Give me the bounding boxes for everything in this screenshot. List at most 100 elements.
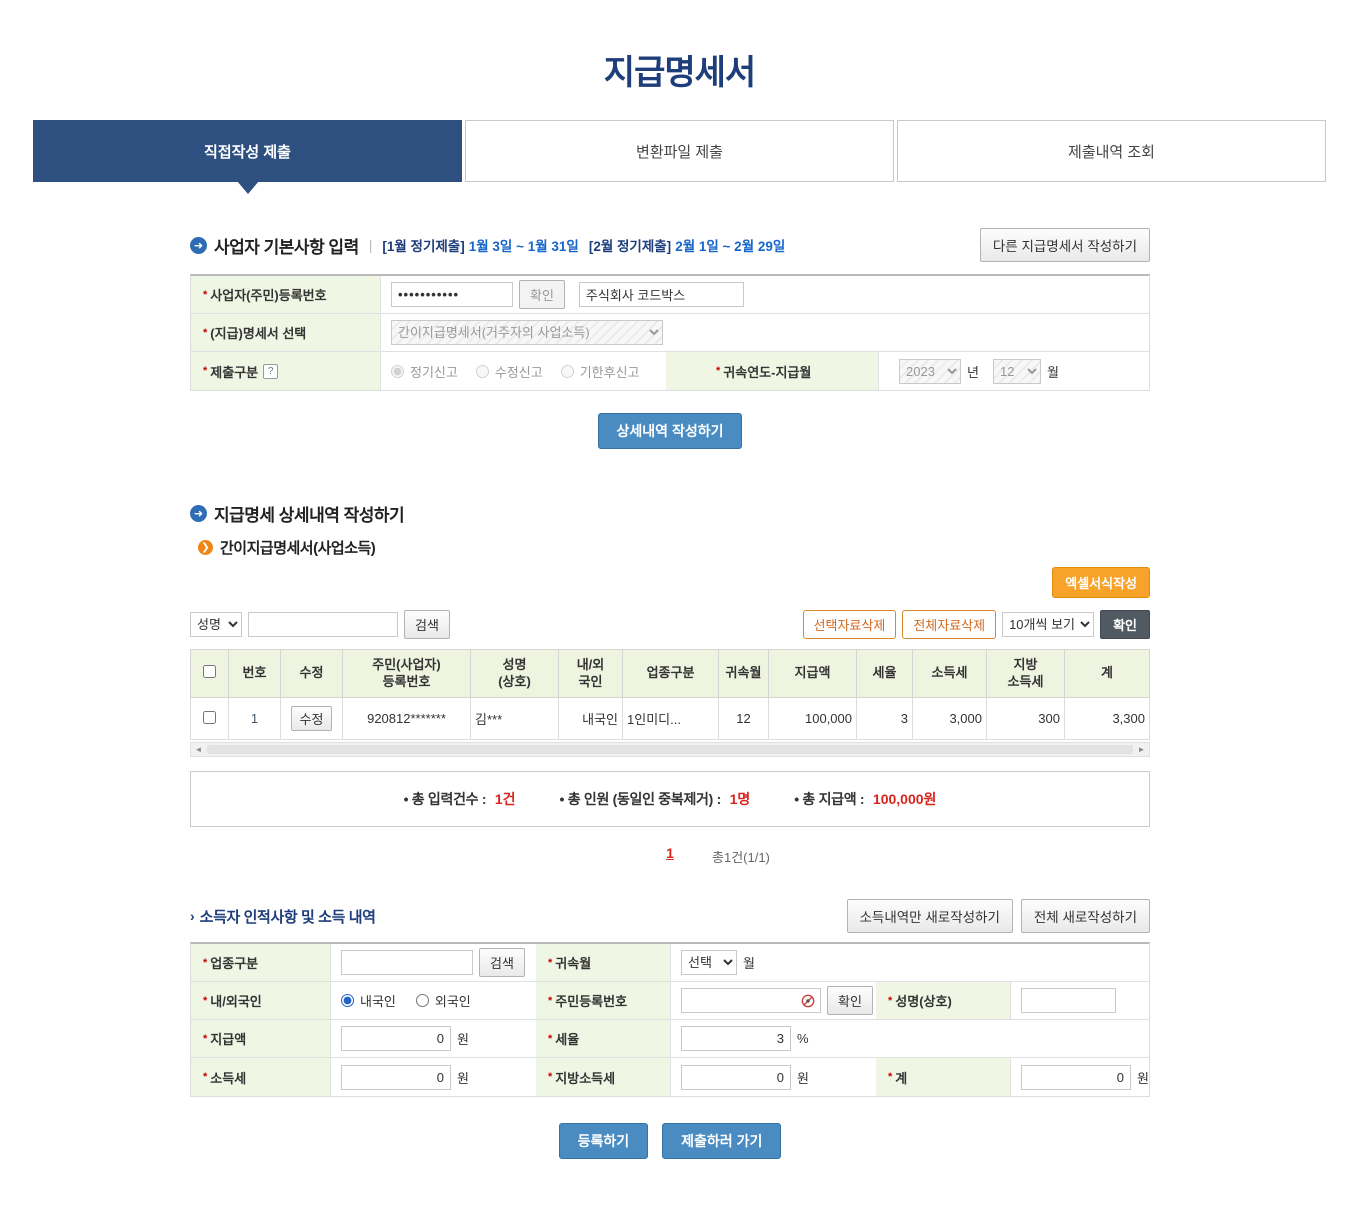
required-mark: *	[203, 289, 207, 301]
income-tax-label: * 소득세	[191, 1058, 331, 1096]
sum-input	[1021, 1065, 1131, 1090]
write-detail-button[interactable]: 상세내역 작성하기	[598, 413, 743, 449]
new-statement-button[interactable]: 다른 지급명세서 작성하기	[980, 228, 1150, 262]
month-select[interactable]: 12	[993, 359, 1041, 384]
cell-local-tax: 300	[987, 698, 1065, 740]
excel-format-button[interactable]: 엑셀서식작성	[1052, 567, 1150, 598]
scroll-left-icon[interactable]: ◄	[191, 743, 206, 756]
income-section-header: › 소득자 인적사항 및 소득 내역 소득내역만 새로작성하기 전체 새로작성하…	[190, 899, 1150, 933]
page-number-link[interactable]: 1	[666, 845, 674, 861]
detail-section-header: ➜ 지급명세 상세내역 작성하기	[190, 501, 1150, 526]
register-button[interactable]: 등록하기	[559, 1123, 649, 1159]
col-income-tax: 소득세	[913, 650, 987, 698]
local-tax-input[interactable]	[681, 1065, 791, 1090]
jan-schedule-range: 1월 3일 ~ 1월 31일	[469, 235, 579, 255]
tab-direct-submit[interactable]: 직접작성 제출	[33, 120, 462, 182]
radio-late[interactable]	[561, 365, 574, 378]
attribution-month-select[interactable]: 선택	[681, 950, 737, 975]
page-total-text: 총1건(1/1)	[712, 847, 770, 866]
sum-label: * 계	[876, 1058, 1011, 1096]
table-header-row: 번호 수정 주민(사업자) 등록번호 성명 (상호) 내/외 국인 업종구분 귀…	[191, 650, 1150, 698]
col-nationality: 내/외 국인	[559, 650, 623, 698]
select-all-checkbox[interactable]	[203, 665, 216, 678]
month-unit: 월	[1047, 362, 1059, 381]
radio-revised[interactable]	[476, 365, 489, 378]
radio-domestic[interactable]	[341, 994, 354, 1007]
tax-rate-label: * 세율	[536, 1020, 671, 1057]
payment-amount-input[interactable]	[341, 1026, 451, 1051]
tab-history[interactable]: 제출내역 조회	[897, 120, 1326, 182]
search-button[interactable]: 검색	[404, 610, 450, 639]
rewrite-all-button[interactable]: 전체 새로작성하기	[1021, 899, 1150, 933]
feb-schedule-range: 2월 1일 ~ 2월 29일	[675, 235, 785, 255]
row-checkbox[interactable]	[203, 711, 216, 724]
statement-select-row: * (지급)명세서 선택 간이지급명세서(거주자의 사업소득)	[191, 314, 1149, 352]
basic-info-form: * 사업자(주민)등록번호 확인 * (지급)명세서 선택 간이지급명세서(거주…	[190, 274, 1150, 391]
basic-info-header: ➜ 사업자 기본사항 입력 | [1월 정기제출] 1월 3일 ~ 1월 31일…	[190, 228, 1150, 262]
delete-all-button[interactable]: 전체자료삭제	[902, 610, 996, 639]
col-amount: 지급액	[769, 650, 857, 698]
arrow-circle-icon: ➜	[190, 505, 207, 522]
total-amount-value: 100,000원	[873, 791, 937, 807]
submit-type-row: * 제출구분 ? 정기신고 수정신고 기한후신고 * 귀속연도-지급월	[191, 352, 1149, 390]
income-form: * 업종구분 검색 * 귀속월 선택 월	[190, 942, 1150, 1097]
page-size-select[interactable]: 10개씩 보기	[1002, 612, 1094, 637]
cell-business: 1인미디...	[623, 698, 719, 740]
won-unit: 원	[457, 1029, 469, 1048]
table-toolbar: 성명 검색 선택자료삭제 전체자료삭제 10개씩 보기 확인	[190, 610, 1150, 639]
detail-section-title: 지급명세 상세내역 작성하기	[214, 501, 404, 526]
tab-file-submit-label: 변환파일 제출	[636, 141, 723, 162]
detail-subsection: ❯ 간이지급명세서(사업소득)	[198, 537, 1150, 558]
feb-schedule-label: [2월 정기제출]	[589, 235, 671, 255]
statement-select[interactable]: 간이지급명세서(거주자의 사업소득)	[391, 320, 663, 345]
radio-domestic-label: 내국인	[360, 991, 396, 1010]
col-rrn: 주민(사업자) 등록번호	[343, 650, 471, 698]
col-no: 번호	[229, 650, 281, 698]
payment-detail-table: 번호 수정 주민(사업자) 등록번호 성명 (상호) 내/외 국인 업종구분 귀…	[190, 649, 1150, 740]
detail-subsection-title: 간이지급명세서(사업소득)	[220, 537, 375, 558]
chevron-circle-icon: ❯	[198, 540, 213, 555]
search-field-select[interactable]: 성명	[190, 612, 242, 637]
name-input[interactable]	[1021, 988, 1116, 1013]
basic-info-title: 사업자 기본사항 입력	[214, 233, 359, 258]
radio-foreign[interactable]	[416, 994, 429, 1007]
statement-select-label: * (지급)명세서 선택	[191, 314, 381, 351]
rrn-input[interactable]	[681, 988, 821, 1013]
toolbar-confirm-button[interactable]: 확인	[1100, 610, 1150, 639]
table-row: 1 수정 920812******* 김*** 내국인 1인미디... 12 1…	[191, 698, 1150, 740]
go-submit-button[interactable]: 제출하러 가기	[662, 1123, 781, 1159]
local-tax-label: * 지방소득세	[536, 1058, 671, 1096]
total-count-value: 1건	[495, 791, 516, 807]
income-tax-input[interactable]	[341, 1065, 451, 1090]
company-name-input[interactable]	[579, 282, 744, 307]
business-type-input[interactable]	[341, 950, 473, 975]
cell-no[interactable]: 1	[229, 698, 281, 740]
payment-amount-label: * 지급액	[191, 1020, 331, 1057]
col-business: 업종구분	[623, 650, 719, 698]
year-select[interactable]: 2023	[899, 359, 961, 384]
tab-file-submit[interactable]: 변환파일 제출	[465, 120, 894, 182]
rewrite-income-button[interactable]: 소득내역만 새로작성하기	[847, 899, 1013, 933]
scrollbar-thumb[interactable]	[207, 745, 1133, 754]
total-people-label: • 총 인원 (동일인 중복제거) :	[560, 791, 721, 807]
horizontal-scrollbar[interactable]: ◄ ►	[190, 742, 1150, 757]
biz-reg-confirm-button[interactable]: 확인	[519, 280, 565, 309]
pagination: 1 총1건(1/1)	[190, 845, 1150, 867]
biz-reg-label: * 사업자(주민)등록번호	[191, 276, 381, 313]
delete-selected-button[interactable]: 선택자료삭제	[803, 610, 897, 639]
year-unit: 년	[967, 362, 979, 381]
col-rate: 세율	[857, 650, 913, 698]
divider: |	[369, 237, 373, 253]
business-search-button[interactable]: 검색	[479, 948, 525, 977]
rrn-confirm-button[interactable]: 확인	[827, 986, 873, 1015]
masked-eye-icon[interactable]	[801, 994, 815, 1008]
scroll-right-icon[interactable]: ►	[1134, 743, 1149, 756]
attribution-month-label: * 귀속월	[536, 944, 671, 981]
search-input[interactable]	[248, 612, 398, 637]
cell-income-tax: 3,000	[913, 698, 987, 740]
help-icon[interactable]: ?	[263, 364, 278, 379]
biz-reg-input[interactable]	[391, 282, 513, 307]
edit-row-button[interactable]: 수정	[291, 706, 333, 731]
radio-regular[interactable]	[391, 365, 404, 378]
percent-unit: %	[797, 1031, 809, 1046]
